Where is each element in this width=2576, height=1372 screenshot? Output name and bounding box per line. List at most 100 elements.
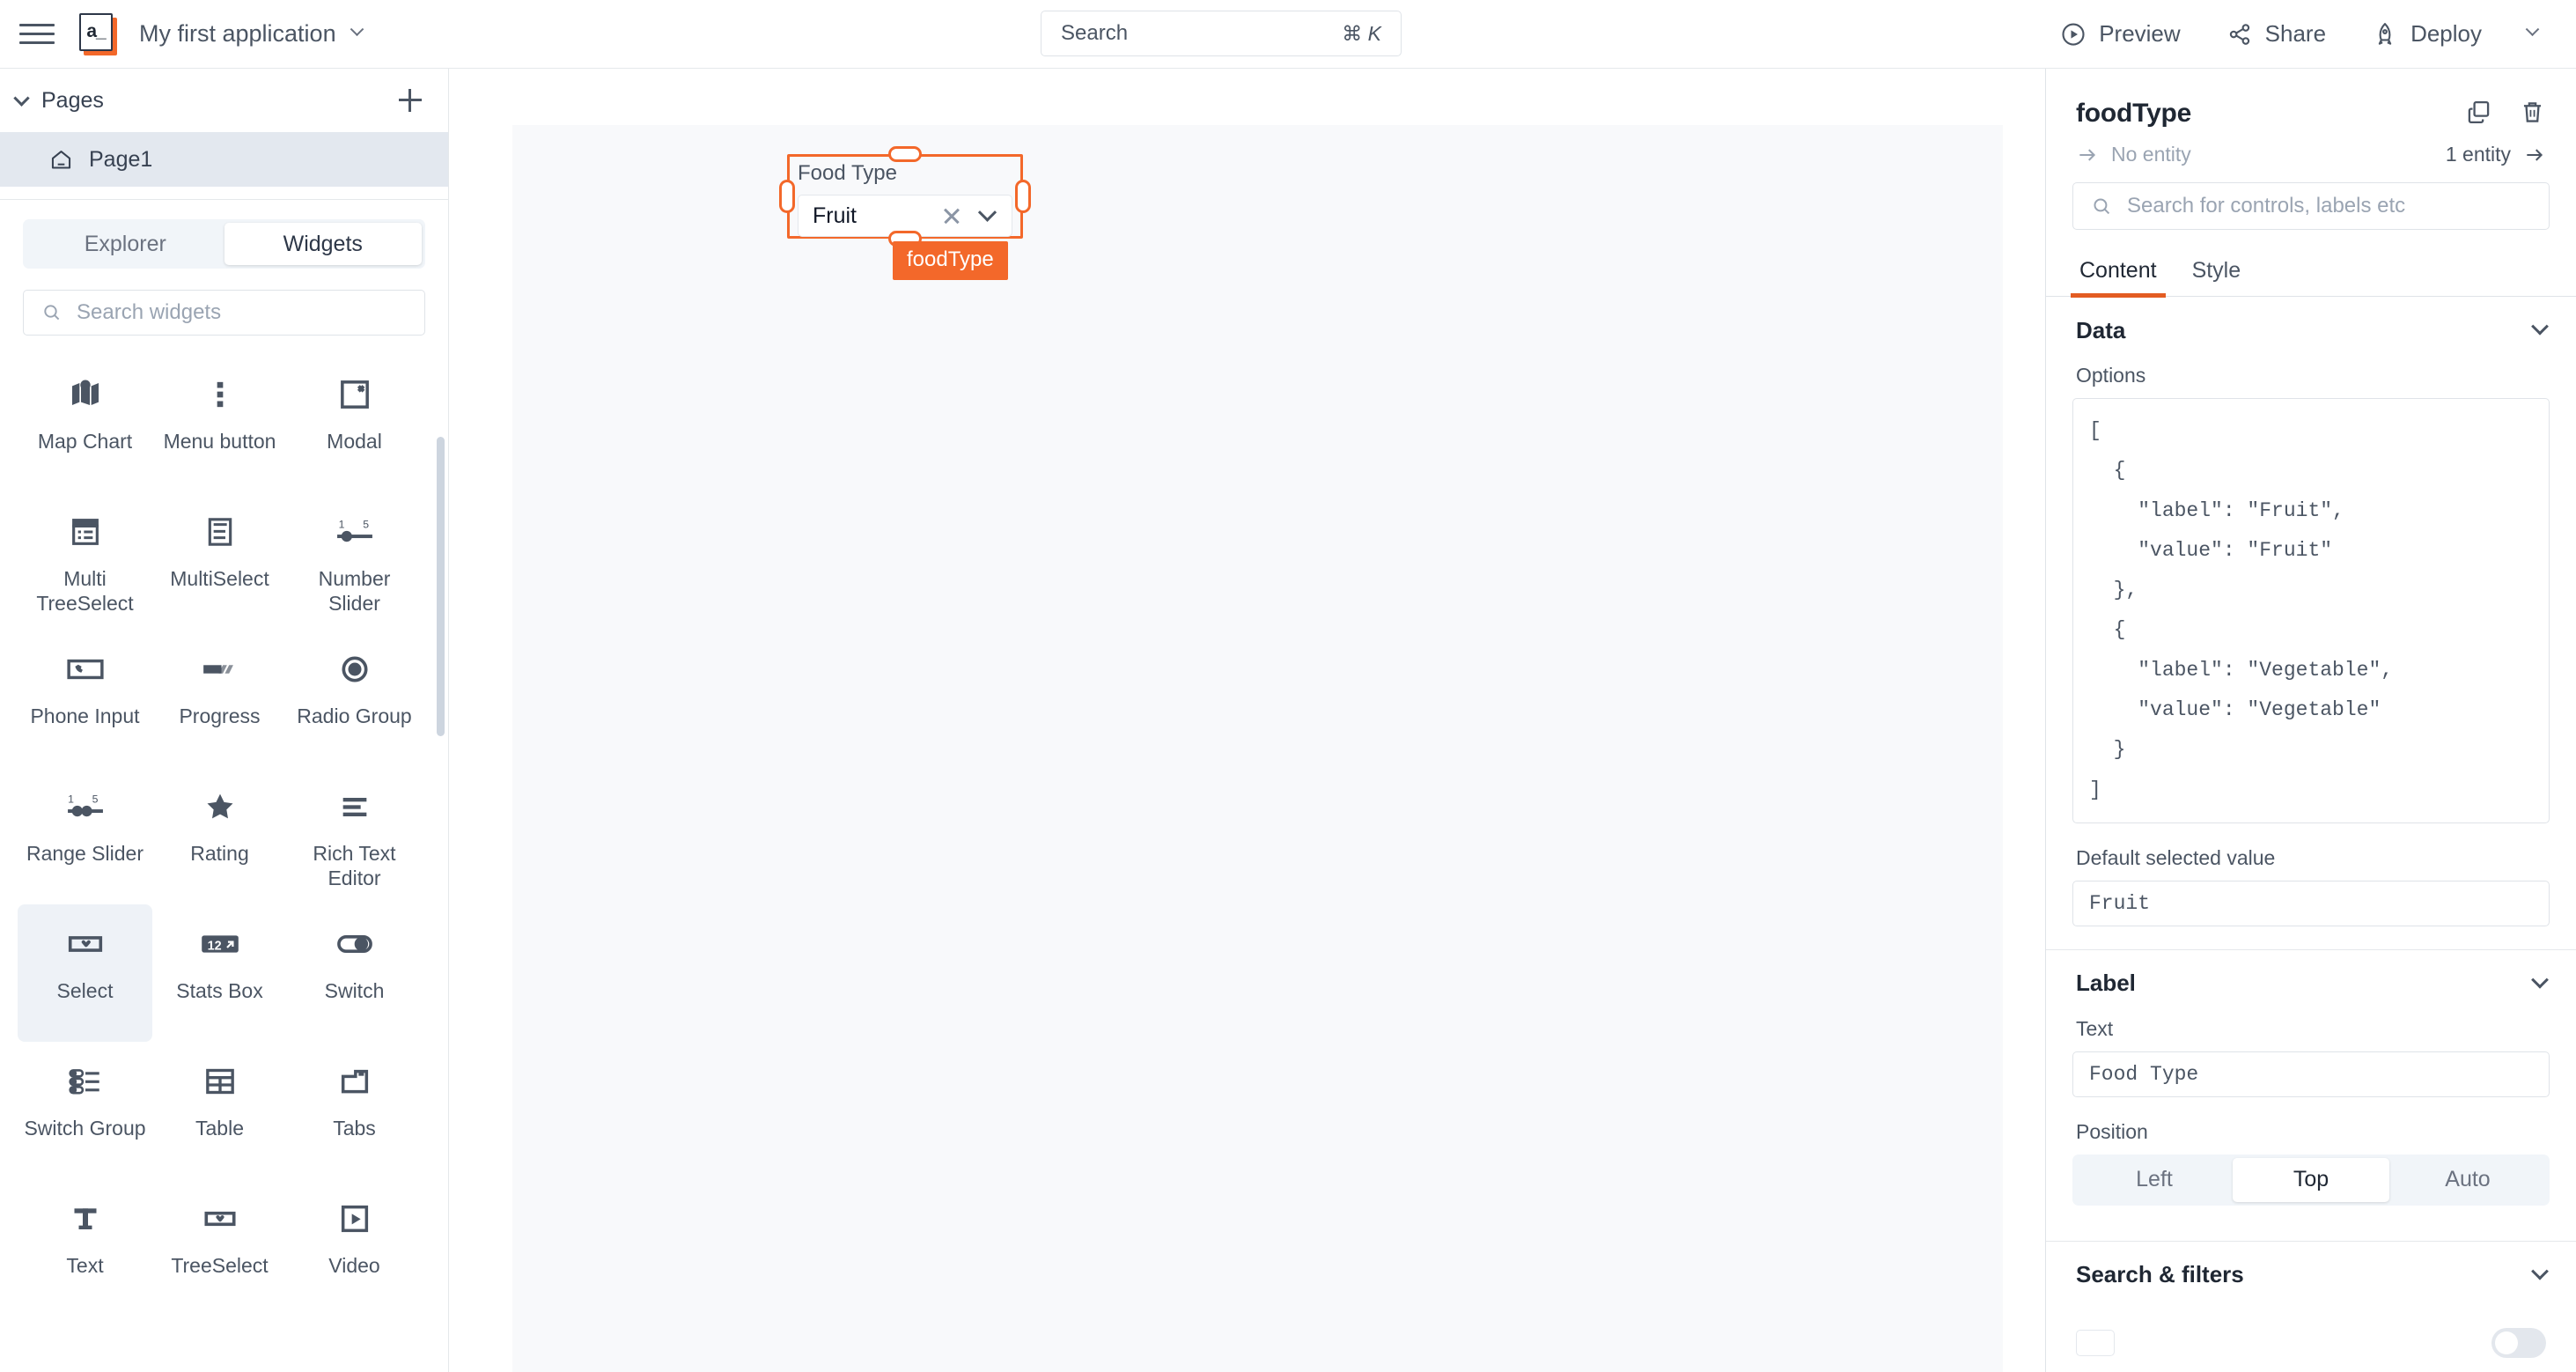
widget-label: TreeSelect	[171, 1254, 269, 1277]
tab-widgets[interactable]: Widgets	[224, 223, 422, 265]
global-search-box[interactable]: Search ⌘ K	[1041, 11, 1402, 56]
property-search-input[interactable]: Search for controls, labels etc	[2072, 182, 2550, 230]
entity-bindings-row: No entity 1 entity	[2046, 129, 2576, 166]
sidebar-scrollbar[interactable]	[437, 437, 445, 736]
trash-icon[interactable]	[2519, 99, 2546, 126]
pages-title: Pages	[41, 87, 104, 113]
widget-name-badge[interactable]: foodType	[893, 241, 1008, 280]
section-data: Data Options [ { "label": "Fruit", "valu…	[2046, 297, 2576, 926]
top-bar: a_ My first application Search ⌘ K Previ…	[0, 0, 2576, 69]
copy-icon[interactable]	[2465, 99, 2492, 126]
chevron-down-icon[interactable]	[2531, 317, 2549, 336]
video-icon	[337, 1199, 372, 1239]
share-button[interactable]: Share	[2204, 11, 2349, 57]
svg-text:1: 1	[338, 518, 344, 530]
widget-card-switch-group[interactable]: Switch Group	[18, 1042, 152, 1179]
position-option-left[interactable]: Left	[2076, 1158, 2233, 1202]
hamburger-menu-icon[interactable]	[19, 17, 55, 52]
sidebar-tabs: Explorer Widgets	[23, 219, 425, 269]
search-icon	[41, 302, 63, 323]
widget-label: Table	[195, 1117, 244, 1140]
widget-card-rating[interactable]: Rating	[152, 767, 287, 904]
widget-card-range-slider[interactable]: 15 Range Slider	[18, 767, 152, 904]
pages-collapse-chevron-down-icon[interactable]	[13, 89, 30, 107]
outgoing-entities[interactable]: 1 entity	[2446, 143, 2546, 166]
app-title-chevron-down-icon[interactable]	[350, 21, 364, 42]
canvas-area: Food Type Fruit foodType	[449, 69, 2045, 1372]
widget-card-progress[interactable]: Progress	[152, 630, 287, 767]
chevron-down-icon[interactable]	[977, 203, 997, 222]
deploy-options-chevron-down-icon[interactable]	[2505, 21, 2551, 42]
tab-content[interactable]: Content	[2071, 249, 2166, 298]
section-label-header[interactable]: Label	[2072, 950, 2550, 1017]
widget-label: Map Chart	[37, 430, 133, 453]
chevron-down-icon[interactable]	[2531, 970, 2549, 989]
page1-label: Page1	[89, 146, 153, 172]
widget-card-tabs[interactable]: Tabs	[287, 1042, 422, 1179]
widget-card-phone-input[interactable]: Phone Input	[18, 630, 152, 767]
select-selected-value: Fruit	[813, 203, 857, 228]
page-title[interactable]: foodType	[2076, 99, 2191, 129]
widget-search-input[interactable]: Search widgets	[23, 290, 425, 336]
widget-card-modal[interactable]: Modal	[287, 355, 422, 492]
svg-text:12: 12	[207, 939, 221, 953]
options-code-editor[interactable]: [ { "label": "Fruit", "value": "Fruit" }…	[2072, 398, 2550, 823]
widget-grid-scroll: Map Chart Menu button Modal Multi TreeSe…	[0, 350, 448, 1372]
clipped-checkbox[interactable]	[2076, 1329, 2115, 1356]
widget-label: Switch	[324, 979, 385, 1002]
widget-card-menu-button[interactable]: Menu button	[152, 355, 287, 492]
widget-card-video[interactable]: Video	[287, 1179, 422, 1317]
widget-label-text: Food Type	[798, 161, 897, 185]
deploy-button[interactable]: Deploy	[2349, 11, 2505, 57]
incoming-entities[interactable]: No entity	[2076, 143, 2191, 166]
appsmith-logo[interactable]: a_	[79, 12, 118, 55]
widget-label: Phone Input	[30, 704, 140, 727]
widget-label: MultiSelect	[170, 567, 269, 590]
app-canvas[interactable]: Food Type Fruit foodType	[512, 125, 2003, 1372]
pages-header[interactable]: Pages	[0, 69, 448, 132]
section-data-header[interactable]: Data	[2072, 297, 2550, 364]
label-position-field-label: Position	[2076, 1119, 2148, 1143]
widget-label: Text	[66, 1254, 104, 1277]
widget-card-radio-group[interactable]: Radio Group	[287, 630, 422, 767]
close-icon[interactable]	[942, 206, 961, 225]
resize-handle-left[interactable]	[779, 180, 795, 213]
widget-card-select[interactable]: Select	[18, 904, 152, 1042]
widget-card-text[interactable]: Text	[18, 1179, 152, 1317]
widget-card-number-slider[interactable]: 15 Number Slider	[287, 492, 422, 630]
property-pane-header: foodType	[2046, 69, 2576, 129]
widget-card-stats-box[interactable]: 12 Stats Box	[152, 904, 287, 1042]
position-option-top[interactable]: Top	[2233, 1157, 2389, 1202]
widget-card-multi-treeselect[interactable]: Multi TreeSelect	[18, 492, 152, 630]
add-page-plus-icon[interactable]	[399, 89, 422, 112]
sidebar-item-page1[interactable]: Page1	[0, 132, 448, 187]
modal-icon	[337, 374, 372, 415]
widget-card-multiselect[interactable]: MultiSelect	[152, 492, 287, 630]
widget-card-rich-text-editor[interactable]: Rich Text Editor	[287, 767, 422, 904]
stats-box-icon: 12	[199, 924, 241, 964]
label-text-input[interactable]: Food Type	[2072, 1051, 2550, 1097]
select-widget-foodtype[interactable]: Food Type Fruit foodType	[779, 146, 1031, 280]
widget-card-map-chart[interactable]: Map Chart	[18, 355, 152, 492]
home-icon	[49, 148, 73, 172]
left-sidebar: Pages Page1 Explorer Widgets Search widg…	[0, 69, 449, 1372]
widget-label: Rich Text Editor	[313, 842, 396, 890]
widget-card-treeselect[interactable]: TreeSelect	[152, 1179, 287, 1317]
chevron-down-icon[interactable]	[2531, 1262, 2549, 1280]
section-label: Label Text Food Type Position Left Top A…	[2046, 950, 2576, 1206]
default-value-input[interactable]: Fruit	[2072, 880, 2550, 926]
application-title[interactable]: My first application	[139, 20, 336, 48]
label-position-segmented-control: Left Top Auto	[2072, 1154, 2550, 1206]
clipped-toggle[interactable]	[2491, 1327, 2546, 1358]
resize-handle-top[interactable]	[888, 146, 922, 162]
tab-style[interactable]: Style	[2189, 249, 2245, 296]
resize-handle-right[interactable]	[1015, 180, 1031, 213]
section-search-filters-header[interactable]: Search & filters	[2072, 1242, 2550, 1309]
treeselect-icon	[201, 1199, 239, 1239]
position-option-auto[interactable]: Auto	[2389, 1158, 2546, 1202]
widget-card-switch[interactable]: Switch	[287, 904, 422, 1042]
widget-card-table[interactable]: Table	[152, 1042, 287, 1179]
tab-explorer[interactable]: Explorer	[26, 223, 224, 265]
preview-button[interactable]: Preview	[2037, 11, 2203, 57]
widget-label: Range Slider	[26, 842, 144, 865]
